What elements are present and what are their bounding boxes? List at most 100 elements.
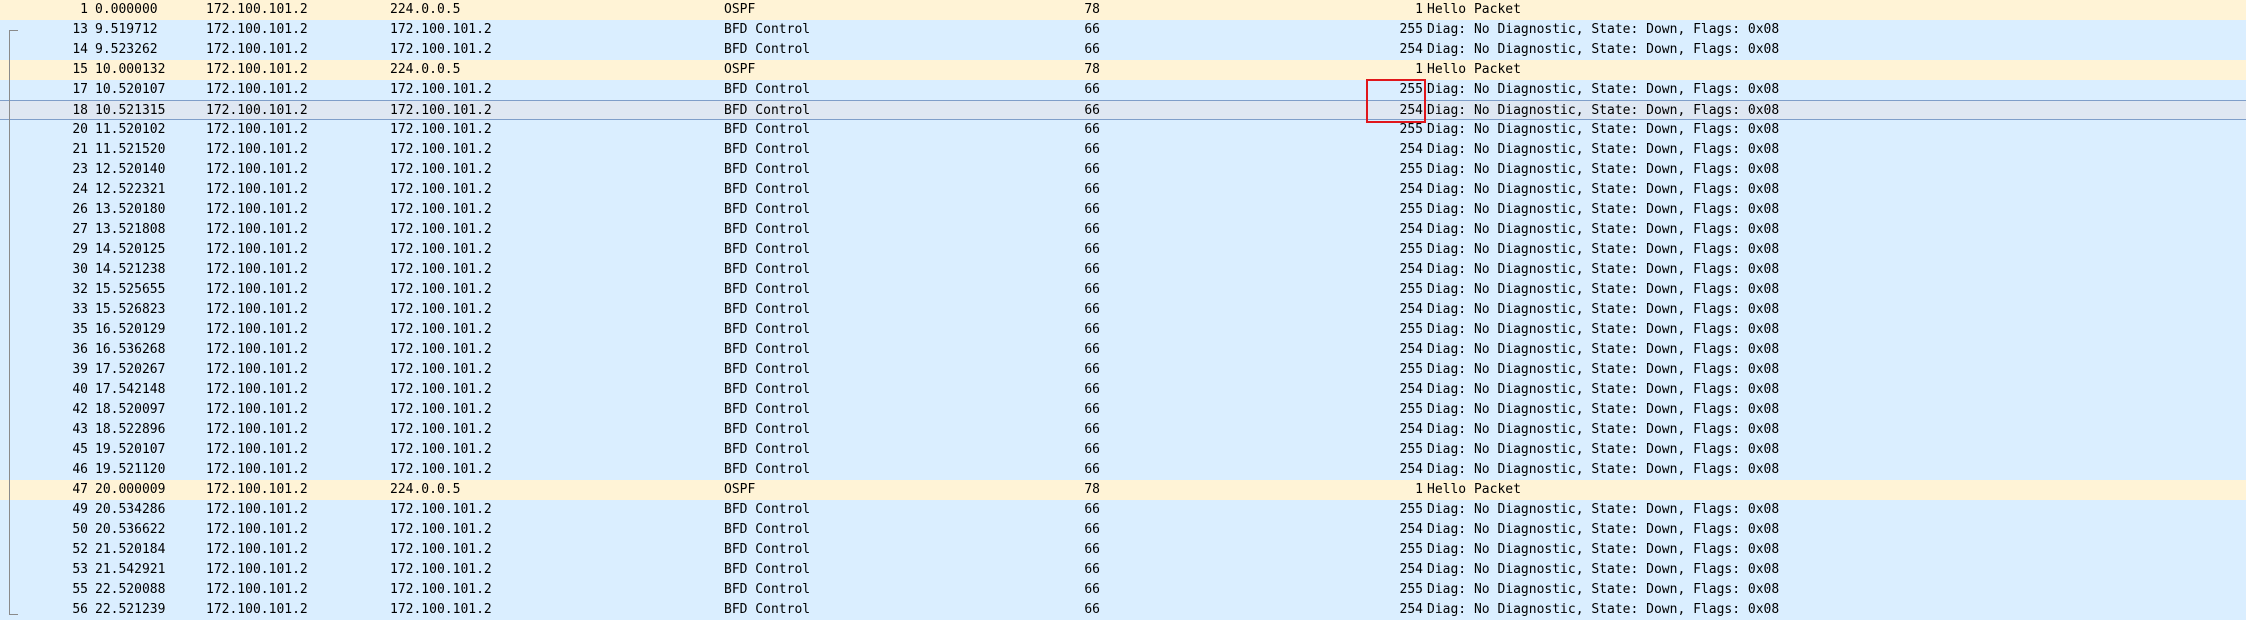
- packet-row[interactable]: 55 22.520088 172.100.101.2 172.100.101.2…: [0, 580, 2246, 600]
- packet-protocol: BFD Control: [724, 262, 811, 277]
- packet-row[interactable]: 35 16.520129 172.100.101.2 172.100.101.2…: [0, 320, 2246, 340]
- packet-row[interactable]: 26 13.520180 172.100.101.2 172.100.101.2…: [0, 200, 2246, 220]
- packet-row[interactable]: 1 0.000000 172.100.101.2 224.0.0.5 OSPF …: [0, 0, 2246, 20]
- packet-time: 11.520102: [95, 122, 166, 137]
- packet-source: 172.100.101.2: [206, 602, 308, 617]
- packet-source: 172.100.101.2: [206, 103, 308, 118]
- packet-source: 172.100.101.2: [206, 62, 308, 77]
- packet-protocol: OSPF: [724, 2, 756, 17]
- packet-length: 66: [1084, 142, 1100, 157]
- packet-info: Diag: No Diagnostic, State: Down, Flags:…: [1427, 42, 1780, 57]
- packet-row[interactable]: 23 12.520140 172.100.101.2 172.100.101.2…: [0, 160, 2246, 180]
- packet-time: 12.520140: [95, 162, 166, 177]
- packet-length: 66: [1084, 122, 1100, 137]
- packet-ttl: 255: [1399, 442, 1423, 457]
- packet-row[interactable]: 21 11.521520 172.100.101.2 172.100.101.2…: [0, 140, 2246, 160]
- packet-ttl: 1: [1415, 2, 1423, 17]
- packet-destination: 172.100.101.2: [390, 382, 492, 397]
- packet-protocol: BFD Control: [724, 42, 811, 57]
- packet-row[interactable]: 53 21.542921 172.100.101.2 172.100.101.2…: [0, 560, 2246, 580]
- packet-length: 66: [1084, 442, 1100, 457]
- packet-time: 20.534286: [95, 502, 166, 517]
- packet-row[interactable]: 18 10.521315 172.100.101.2 172.100.101.2…: [0, 100, 2246, 120]
- packet-row[interactable]: 42 18.520097 172.100.101.2 172.100.101.2…: [0, 400, 2246, 420]
- packet-row[interactable]: 43 18.522896 172.100.101.2 172.100.101.2…: [0, 420, 2246, 440]
- packet-row[interactable]: 30 14.521238 172.100.101.2 172.100.101.2…: [0, 260, 2246, 280]
- packet-row[interactable]: 24 12.522321 172.100.101.2 172.100.101.2…: [0, 180, 2246, 200]
- packet-row[interactable]: 45 19.520107 172.100.101.2 172.100.101.2…: [0, 440, 2246, 460]
- packet-length: 66: [1084, 222, 1100, 237]
- packet-ttl: 254: [1399, 182, 1423, 197]
- packet-source: 172.100.101.2: [206, 282, 308, 297]
- packet-destination: 172.100.101.2: [390, 402, 492, 417]
- packet-info: Diag: No Diagnostic, State: Down, Flags:…: [1427, 242, 1780, 257]
- packet-destination: 172.100.101.2: [390, 82, 492, 97]
- packet-ttl: 254: [1399, 562, 1423, 577]
- packet-ttl: 254: [1399, 382, 1423, 397]
- packet-destination: 172.100.101.2: [390, 282, 492, 297]
- packet-time: 12.522321: [95, 182, 166, 197]
- packet-time: 9.523262: [95, 42, 158, 57]
- packet-length: 66: [1084, 282, 1100, 297]
- packet-destination: 172.100.101.2: [390, 502, 492, 517]
- packet-time: 19.520107: [95, 442, 166, 457]
- packet-info: Diag: No Diagnostic, State: Down, Flags:…: [1427, 402, 1780, 417]
- packet-protocol: BFD Control: [724, 322, 811, 337]
- packet-row[interactable]: 14 9.523262 172.100.101.2 172.100.101.2 …: [0, 40, 2246, 60]
- packet-row[interactable]: 36 16.536268 172.100.101.2 172.100.101.2…: [0, 340, 2246, 360]
- packet-destination: 172.100.101.2: [390, 542, 492, 557]
- conversation-tree-line: [9, 476, 18, 615]
- packet-source: 172.100.101.2: [206, 482, 308, 497]
- packet-destination: 172.100.101.2: [390, 322, 492, 337]
- packet-row[interactable]: 47 20.000009 172.100.101.2 224.0.0.5 OSP…: [0, 480, 2246, 500]
- packet-info: Diag: No Diagnostic, State: Down, Flags:…: [1427, 602, 1780, 617]
- packet-row[interactable]: 15 10.000132 172.100.101.2 224.0.0.5 OSP…: [0, 60, 2246, 80]
- packet-row[interactable]: 32 15.525655 172.100.101.2 172.100.101.2…: [0, 280, 2246, 300]
- packet-destination: 172.100.101.2: [390, 562, 492, 577]
- packet-info: Hello Packet: [1427, 62, 1521, 77]
- packet-row[interactable]: 13 9.519712 172.100.101.2 172.100.101.2 …: [0, 20, 2246, 40]
- packet-ttl: 254: [1399, 262, 1423, 277]
- packet-row[interactable]: 39 17.520267 172.100.101.2 172.100.101.2…: [0, 360, 2246, 380]
- packet-info: Diag: No Diagnostic, State: Down, Flags:…: [1427, 182, 1780, 197]
- packet-row[interactable]: 17 10.520107 172.100.101.2 172.100.101.2…: [0, 80, 2246, 100]
- packet-time: 15.526823: [95, 302, 166, 317]
- packet-time: 21.542921: [95, 562, 166, 577]
- packet-time: 0.000000: [95, 2, 158, 17]
- packet-info: Diag: No Diagnostic, State: Down, Flags:…: [1427, 542, 1780, 557]
- packet-row[interactable]: 27 13.521808 172.100.101.2 172.100.101.2…: [0, 220, 2246, 240]
- packet-length: 66: [1084, 242, 1100, 257]
- packet-row[interactable]: 52 21.520184 172.100.101.2 172.100.101.2…: [0, 540, 2246, 560]
- packet-row[interactable]: 46 19.521120 172.100.101.2 172.100.101.2…: [0, 460, 2246, 480]
- packet-destination: 172.100.101.2: [390, 202, 492, 217]
- packet-time: 16.536268: [95, 342, 166, 357]
- packet-source: 172.100.101.2: [206, 462, 308, 477]
- packet-row[interactable]: 49 20.534286 172.100.101.2 172.100.101.2…: [0, 500, 2246, 520]
- packet-row[interactable]: 20 11.520102 172.100.101.2 172.100.101.2…: [0, 120, 2246, 140]
- packet-source: 172.100.101.2: [206, 202, 308, 217]
- packet-source: 172.100.101.2: [206, 142, 308, 157]
- packet-destination: 172.100.101.2: [390, 142, 492, 157]
- packet-info: Diag: No Diagnostic, State: Down, Flags:…: [1427, 522, 1780, 537]
- packet-length: 66: [1084, 562, 1100, 577]
- packet-source: 172.100.101.2: [206, 262, 308, 277]
- packet-length: 66: [1084, 402, 1100, 417]
- packet-time: 20.000009: [95, 482, 166, 497]
- packet-row[interactable]: 40 17.542148 172.100.101.2 172.100.101.2…: [0, 380, 2246, 400]
- packet-row[interactable]: 33 15.526823 172.100.101.2 172.100.101.2…: [0, 300, 2246, 320]
- packet-time: 16.520129: [95, 322, 166, 337]
- packet-length: 66: [1084, 362, 1100, 377]
- packet-length: 66: [1084, 342, 1100, 357]
- packet-row[interactable]: 50 20.536622 172.100.101.2 172.100.101.2…: [0, 520, 2246, 540]
- packet-protocol: BFD Control: [724, 582, 811, 597]
- packet-ttl: 1: [1415, 482, 1423, 497]
- packet-row[interactable]: 29 14.520125 172.100.101.2 172.100.101.2…: [0, 240, 2246, 260]
- packet-row[interactable]: 56 22.521239 172.100.101.2 172.100.101.2…: [0, 600, 2246, 620]
- packet-ttl: 254: [1399, 342, 1423, 357]
- packet-protocol: BFD Control: [724, 442, 811, 457]
- packet-source: 172.100.101.2: [206, 542, 308, 557]
- packet-length: 66: [1084, 302, 1100, 317]
- packet-source: 172.100.101.2: [206, 242, 308, 257]
- packet-destination: 224.0.0.5: [390, 62, 461, 77]
- packet-info: Diag: No Diagnostic, State: Down, Flags:…: [1427, 22, 1780, 37]
